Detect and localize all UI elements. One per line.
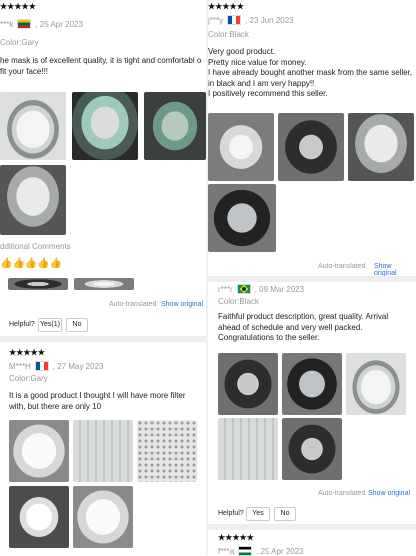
review-photo[interactable] xyxy=(208,113,274,181)
reviewer-name: j***y xyxy=(208,15,224,25)
review-separator xyxy=(208,276,416,282)
review-separator xyxy=(208,524,416,530)
auto-translated-label: Auto-translated xyxy=(109,301,157,308)
review-text: Faithful product description, great qual… xyxy=(218,312,389,342)
reviewer-name: ***k xyxy=(0,19,14,29)
review-photo[interactable] xyxy=(9,486,69,548)
brazil-flag-icon xyxy=(236,284,251,294)
right-review-column: ★★★★★ j***y , 23 Jun 2023 Color:Black Ve… xyxy=(208,0,416,556)
thumbs-up-emoji-text: 👍👍👍👍👍 xyxy=(0,258,63,269)
review-photo[interactable] xyxy=(278,113,344,181)
review-photo[interactable] xyxy=(282,353,342,415)
review-photo[interactable] xyxy=(0,165,66,235)
france-flag-icon xyxy=(34,361,49,371)
product-color: Color:Black xyxy=(218,297,259,306)
review-meta: j***y , 23 Jun 2023 xyxy=(208,15,294,25)
review-meta: M***H , 27 May 2023 xyxy=(9,361,103,371)
review-photo[interactable] xyxy=(348,113,414,181)
review-photo[interactable] xyxy=(144,92,206,160)
helpful-yes-button[interactable]: Yes xyxy=(246,507,270,521)
reviewer-name: M***H xyxy=(9,361,31,371)
review-text: Very good product. Pretty nice value for… xyxy=(208,47,413,98)
review-photo[interactable] xyxy=(72,92,138,160)
review-photo[interactable] xyxy=(218,418,278,480)
review-text: It is a good product I thought I will ha… xyxy=(9,391,186,411)
review-separator xyxy=(0,336,206,342)
product-color: Color:Black xyxy=(208,30,249,39)
rating-stars: ★★★★★ xyxy=(0,2,36,11)
review-meta: r***r , 09 Mar 2023 xyxy=(218,284,304,294)
auto-translated-label: Auto-translated xyxy=(318,263,366,270)
review-text: he mask is of excellent quality, it is t… xyxy=(0,56,202,76)
review-photo[interactable] xyxy=(346,353,406,415)
show-original-link[interactable]: Show original xyxy=(368,490,410,497)
additional-comments-heading: dditional Comments xyxy=(0,242,71,251)
helpful-yes-button[interactable]: Yes(1) xyxy=(38,318,62,332)
show-original-link[interactable]: Show original xyxy=(374,263,416,277)
product-color: Color:Gary xyxy=(0,38,39,47)
review-date: , 23 Jun 2023 xyxy=(245,15,294,25)
review-photo[interactable] xyxy=(8,278,68,290)
helpful-label: Helpful? xyxy=(218,510,244,517)
review-photo[interactable] xyxy=(137,420,197,482)
review-photo[interactable] xyxy=(282,418,342,480)
helpful-label: Helpful? xyxy=(9,321,35,328)
review-photo[interactable] xyxy=(208,184,276,252)
reviewer-name: f***a xyxy=(218,546,235,556)
rating-stars: ★★★★★ xyxy=(218,533,254,542)
helpful-no-button[interactable]: No xyxy=(66,318,88,332)
review-photo[interactable] xyxy=(74,278,134,290)
auto-translated-label: Auto-translated xyxy=(318,490,366,497)
review-meta: ***k , 25 Apr 2023 xyxy=(0,19,83,29)
review-date: , 27 May 2023 xyxy=(52,361,104,371)
reviewer-name: r***r xyxy=(218,284,233,294)
product-color: Color:Gary xyxy=(9,374,48,383)
france-flag-icon xyxy=(227,15,242,25)
rating-stars: ★★★★★ xyxy=(9,348,45,357)
review-date: , 25 Apr 2023 xyxy=(35,19,83,29)
review-photo[interactable] xyxy=(218,353,278,415)
rating-stars: ★★★★★ xyxy=(208,2,244,11)
review-photo[interactable] xyxy=(9,420,69,482)
review-photo[interactable] xyxy=(0,92,66,160)
review-date: , 25 Apr 2023 xyxy=(256,546,304,556)
review-photo[interactable] xyxy=(73,420,133,482)
show-original-link[interactable]: Show original xyxy=(161,301,203,308)
review-date: , 09 Mar 2023 xyxy=(254,284,305,294)
lithuania-flag-icon xyxy=(17,19,32,29)
left-review-column: ★★★★★ ***k , 25 Apr 2023 Color:Gary he m… xyxy=(0,0,206,555)
review-photo[interactable] xyxy=(73,486,133,548)
helpful-no-button[interactable]: No xyxy=(274,507,296,521)
